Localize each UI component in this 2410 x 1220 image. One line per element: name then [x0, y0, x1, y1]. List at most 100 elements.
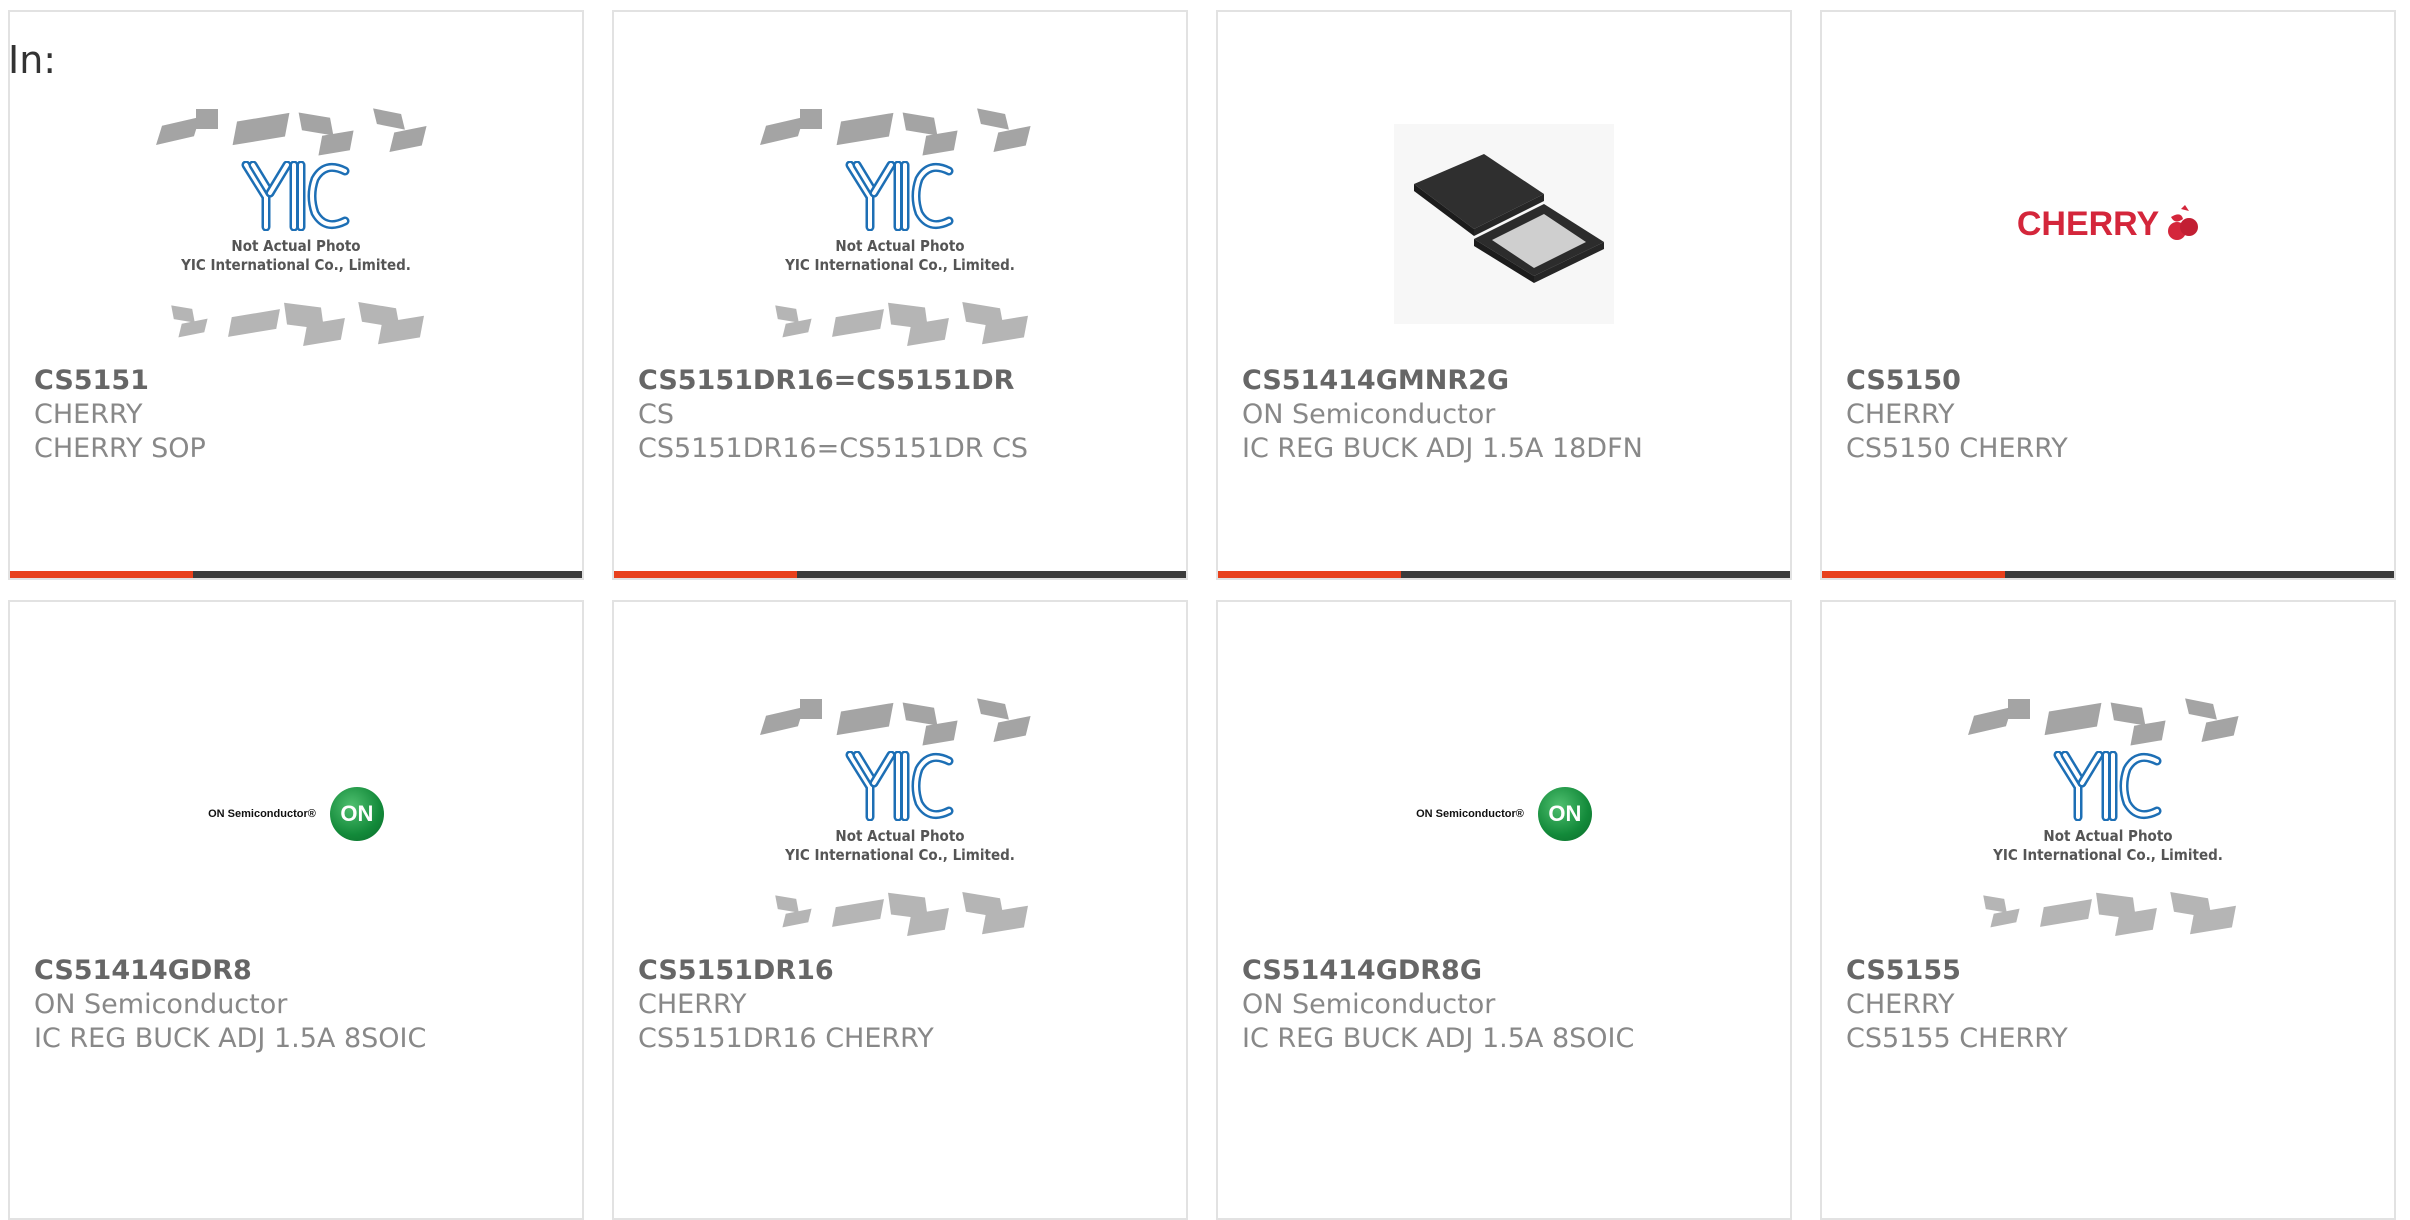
product-description: CS5155 CHERRY [1846, 1023, 2068, 1054]
product-card[interactable]: Not Actual Photo YIC International Co., L… [612, 10, 1188, 580]
product-info: CS5151DR16 CHERRY CS5151DR16 CHERRY [638, 954, 1170, 1056]
chip-shape [1968, 706, 2012, 736]
product-manufacturer: CHERRY [1846, 989, 1955, 1020]
chip-shape [2185, 698, 2217, 720]
cherry-logo-text: CHERRY [2016, 204, 2160, 243]
chip-shape [977, 698, 1009, 720]
chip-shape [389, 125, 427, 153]
product-card[interactable]: ON Semiconductor® ON CS51414GDR8 ON Semicon… [8, 600, 584, 1220]
product-card[interactable]: CHERRY CS5150 CHERRY CS5150 CHERRY [1820, 10, 2396, 580]
product-part-number[interactable]: CS51414GDR8 [34, 954, 566, 988]
placeholder-caption: Not Actual Photo YIC International Co., L… [765, 827, 1035, 865]
product-info: CS5151 CHERRY CHERRY SOP [34, 364, 566, 466]
product-description: IC REG BUCK ADJ 1.5A 8SOIC [1242, 1023, 1635, 1054]
caption-line: Not Actual Photo [2043, 827, 2173, 845]
product-image[interactable]: Not Actual Photo YIC International Co., L… [10, 84, 582, 364]
product-card[interactable]: Not Actual Photo YIC International Co., L… [8, 10, 584, 580]
product-description: IC REG BUCK ADJ 1.5A 8SOIC [34, 1023, 427, 1054]
chip-shape [922, 720, 958, 746]
chip-shape [832, 899, 884, 927]
yic-placeholder-icon: Not Actual Photo YIC International Co., L… [156, 99, 431, 349]
product-manufacturer: ON Semiconductor [34, 989, 288, 1020]
chip-shape [2044, 702, 2102, 736]
on-semi-badge-icon: ON [1537, 787, 1592, 841]
product-image[interactable]: CHERRY [1822, 84, 2394, 364]
chip-shape [977, 108, 1009, 130]
product-manufacturer: CHERRY [638, 989, 747, 1020]
cherry-fruit-icon [2168, 205, 2199, 240]
product-image[interactable]: Not Actual Photo YIC International Co., L… [614, 674, 1186, 954]
card-footer-bar [10, 571, 582, 578]
caption-line: Not Actual Photo [231, 237, 361, 255]
chip-shape [993, 715, 1031, 743]
card-footer-bar [614, 571, 1186, 578]
product-card[interactable]: Not Actual Photo YIC International Co., L… [1820, 600, 2396, 1220]
yic-logo-icon [2053, 751, 2162, 821]
product-part-number[interactable]: CS5151 [34, 364, 566, 398]
yic-placeholder-icon: Not Actual Photo YIC International Co., L… [1968, 689, 2243, 939]
product-part-number[interactable]: CS5151DR16=CS5151DR [638, 364, 1170, 398]
product-image[interactable]: ON Semiconductor® ON [10, 674, 582, 954]
chip-shape [196, 109, 218, 129]
product-description: CS5150 CHERRY [1846, 433, 2068, 464]
on-semi-logo-text: ON Semiconductor® [208, 808, 316, 820]
product-part-number[interactable]: CS5151DR16 [638, 954, 1170, 988]
placeholder-caption: Not Actual Photo YIC International Co., L… [765, 237, 1035, 275]
chip-shape [775, 895, 799, 913]
chip-shape [993, 125, 1031, 153]
product-image[interactable]: Not Actual Photo YIC International Co., L… [1822, 674, 2394, 954]
chip-shape [1983, 895, 2007, 913]
yic-logo-icon [845, 751, 954, 821]
product-image[interactable] [1218, 84, 1790, 364]
product-description: CHERRY SOP [34, 433, 206, 464]
chip-shape [760, 116, 804, 146]
caption-line: Not Actual Photo [835, 237, 965, 255]
product-info: CS5150 CHERRY CS5150 CHERRY [1846, 364, 2378, 466]
product-info: CS51414GMNR2G ON Semiconductor IC REG BUCK… [1242, 364, 1774, 466]
product-description: CS5151DR16=CS5151DR CS [638, 433, 1029, 464]
chip-shape [1990, 908, 2020, 928]
card-footer-accent [10, 571, 193, 578]
chip-shape [922, 130, 958, 156]
chip-shape [228, 309, 280, 337]
product-info: CS51414GDR8G ON Semiconductor IC REG BUCK … [1242, 954, 1774, 1056]
card-footer-accent [1218, 571, 1401, 578]
product-info: CS51414GDR8 ON Semiconductor IC REG BUCK A… [34, 954, 566, 1056]
yic-logo-icon [241, 161, 350, 231]
product-part-number[interactable]: CS51414GDR8G [1242, 954, 1774, 988]
placeholder-caption: Not Actual Photo YIC International Co., L… [161, 237, 431, 275]
dfn-chip-icon [1394, 124, 1614, 324]
product-part-number[interactable]: CS5155 [1846, 954, 2378, 988]
chip-shape [902, 702, 938, 726]
product-manufacturer: CHERRY [34, 399, 143, 430]
product-image[interactable]: ON Semiconductor® ON [1218, 674, 1790, 954]
chip-shape [836, 702, 894, 736]
product-manufacturer: ON Semiconductor [1242, 399, 1496, 430]
product-manufacturer: CHERRY [1846, 399, 1955, 430]
product-description: CS5151DR16 CHERRY [638, 1023, 934, 1054]
product-part-number[interactable]: CS5150 [1846, 364, 2378, 398]
on-semi-logo-text: ON Semiconductor® [1416, 808, 1524, 820]
chip-shape [156, 116, 200, 146]
product-info: CS5155 CHERRY CS5155 CHERRY [1846, 954, 2378, 1056]
product-description: IC REG BUCK ADJ 1.5A 18DFN [1242, 433, 1643, 464]
product-card[interactable]: CS51414GMNR2G ON Semiconductor IC REG BUCK… [1216, 10, 1792, 580]
chip-shape [2008, 699, 2030, 719]
caption-line: YIC International Co., Limited. [785, 846, 1015, 864]
chip-shape [2201, 715, 2239, 743]
chip-shape [232, 112, 290, 146]
card-footer-accent [1822, 571, 2005, 578]
chip-shape [318, 130, 354, 156]
chip-shape [373, 108, 405, 130]
chip-shape [760, 706, 804, 736]
chip-shape [2110, 702, 2146, 726]
on-semi-logo-icon: ON Semiconductor® ON [1416, 787, 1592, 841]
chip-shape [2130, 720, 2166, 746]
caption-line: YIC International Co., Limited. [1993, 846, 2223, 864]
product-card[interactable]: Not Actual Photo YIC International Co., L… [612, 600, 1188, 1220]
card-footer-accent [614, 571, 797, 578]
product-image[interactable]: Not Actual Photo YIC International Co., L… [614, 84, 1186, 364]
caption-line: YIC International Co., Limited. [181, 256, 411, 274]
product-card[interactable]: ON Semiconductor® ON CS51414GDR8G ON Semico… [1216, 600, 1792, 1220]
product-part-number[interactable]: CS51414GMNR2G [1242, 364, 1774, 398]
